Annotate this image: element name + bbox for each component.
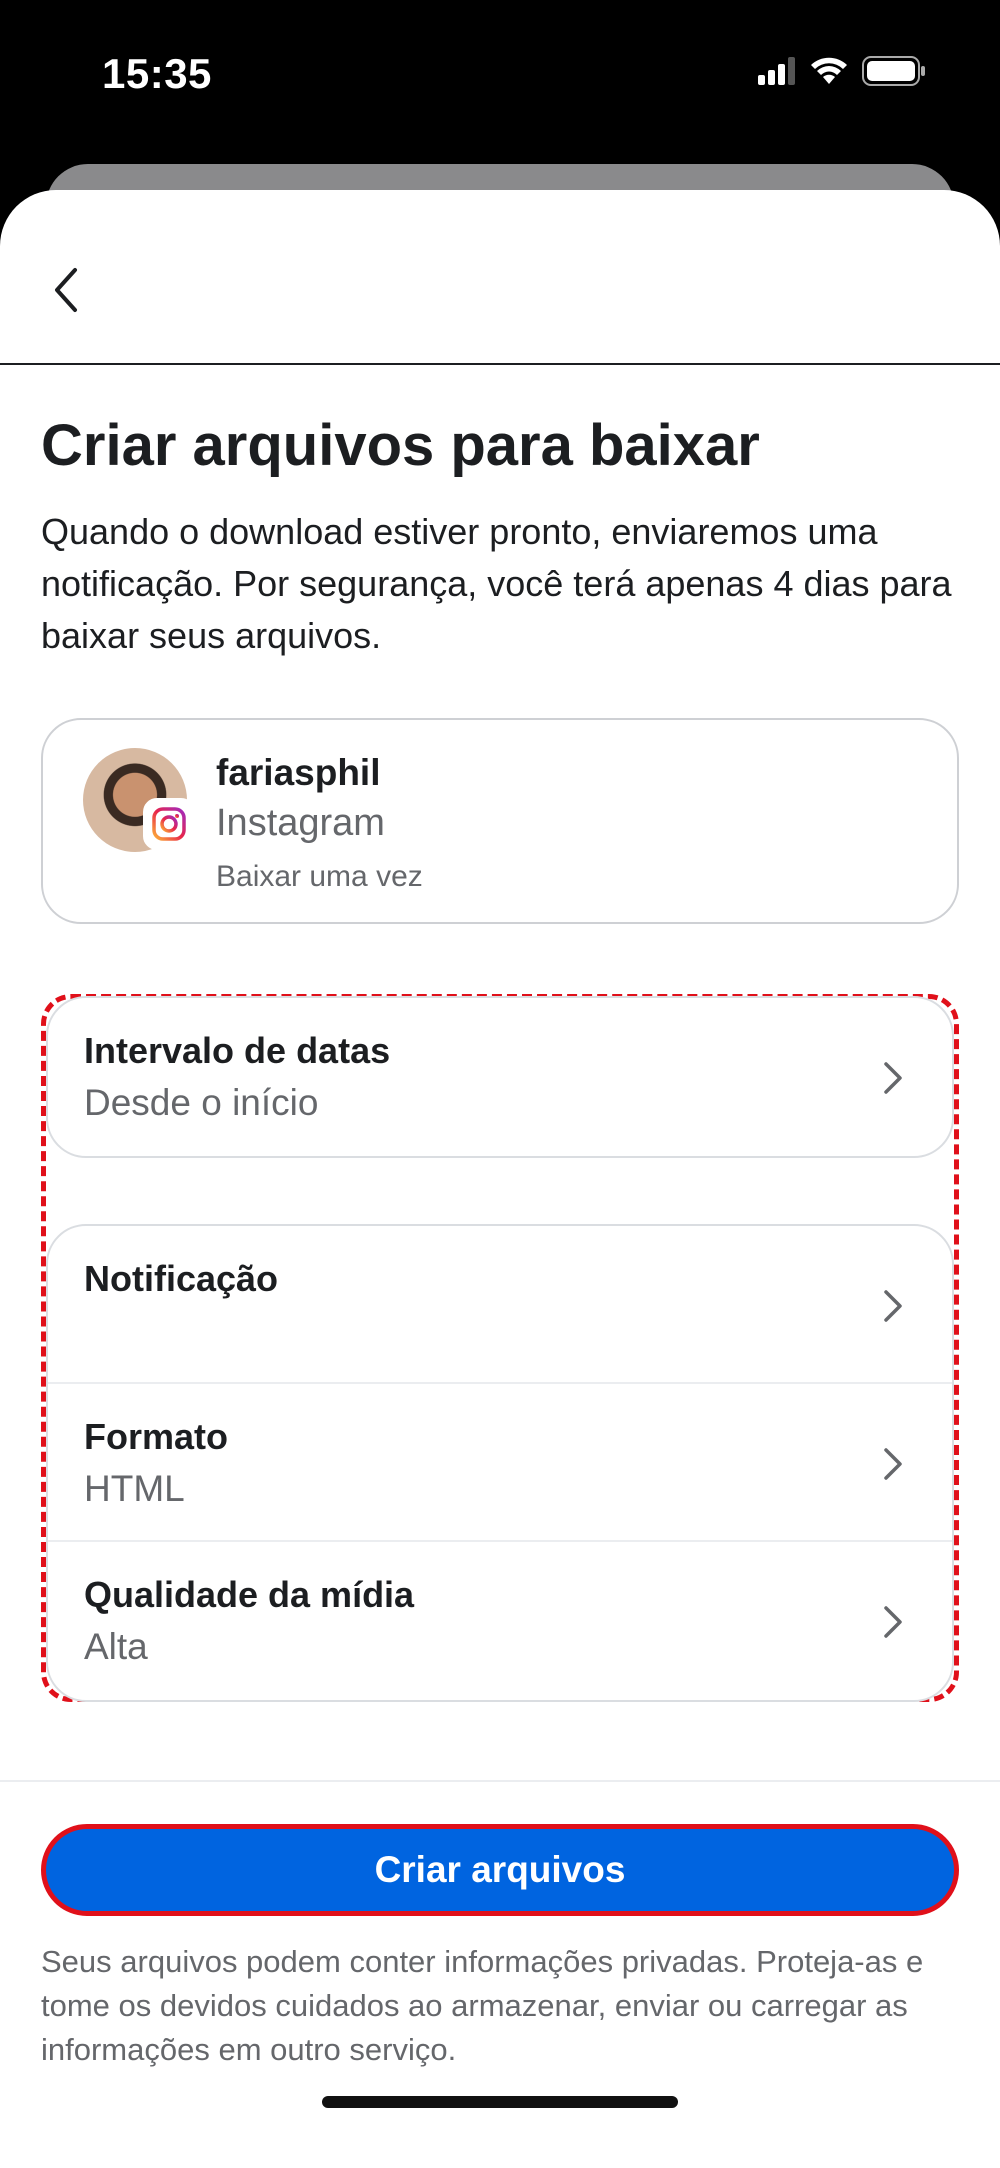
instagram-icon: [143, 798, 195, 850]
notification-label: Notificação: [84, 1258, 279, 1299]
create-files-button[interactable]: Criar arquivos: [41, 1824, 959, 1916]
status-bar: 15:35: [0, 0, 1000, 150]
status-icons: [758, 56, 926, 91]
home-indicator: [322, 2096, 678, 2108]
page-title: Criar arquivos para baixar: [41, 413, 760, 478]
chevron-right-icon: [878, 1058, 908, 1098]
format-row[interactable]: Formato HTML: [48, 1384, 952, 1542]
account-note: Baixar uma vez: [216, 860, 423, 893]
account-username: fariasphil: [216, 752, 381, 793]
chevron-right-icon: [878, 1286, 908, 1326]
export-options-card: Notificação Formato HTML Qualidade da mí…: [46, 1224, 954, 1702]
media-quality-row[interactable]: Qualidade da mídia Alta: [48, 1542, 952, 1700]
divider: [0, 1780, 1000, 1782]
privacy-note: Seus arquivos podem conter informações p…: [41, 1944, 924, 2067]
back-button[interactable]: [38, 262, 94, 318]
account-card: fariasphil Instagram Baixar uma vez: [41, 718, 959, 924]
chevron-right-icon: [878, 1444, 908, 1484]
media-quality-value: Alta: [84, 1626, 148, 1667]
date-range-row[interactable]: Intervalo de datas Desde o início: [48, 998, 952, 1156]
signal-icon: [758, 57, 796, 90]
page-description: Quando o download estiver pronto, enviar…: [41, 511, 952, 656]
format-label: Formato: [84, 1416, 228, 1457]
account-platform: Instagram: [216, 802, 385, 844]
battery-icon: [862, 56, 926, 91]
status-time: 15:35: [102, 50, 212, 97]
date-range-value: Desde o início: [84, 1082, 319, 1123]
chevron-left-icon: [55, 268, 77, 312]
notification-row[interactable]: Notificação: [48, 1226, 952, 1384]
date-range-card: Intervalo de datas Desde o início: [46, 996, 954, 1158]
chevron-right-icon: [878, 1602, 908, 1642]
date-range-label: Intervalo de datas: [84, 1030, 391, 1071]
bottom-sheet: Criar arquivos para baixar Quando o down…: [0, 190, 1000, 2168]
format-value: HTML: [84, 1468, 185, 1509]
media-quality-label: Qualidade da mídia: [84, 1574, 415, 1615]
top-nav: [0, 190, 1000, 365]
wifi-icon: [810, 57, 848, 90]
